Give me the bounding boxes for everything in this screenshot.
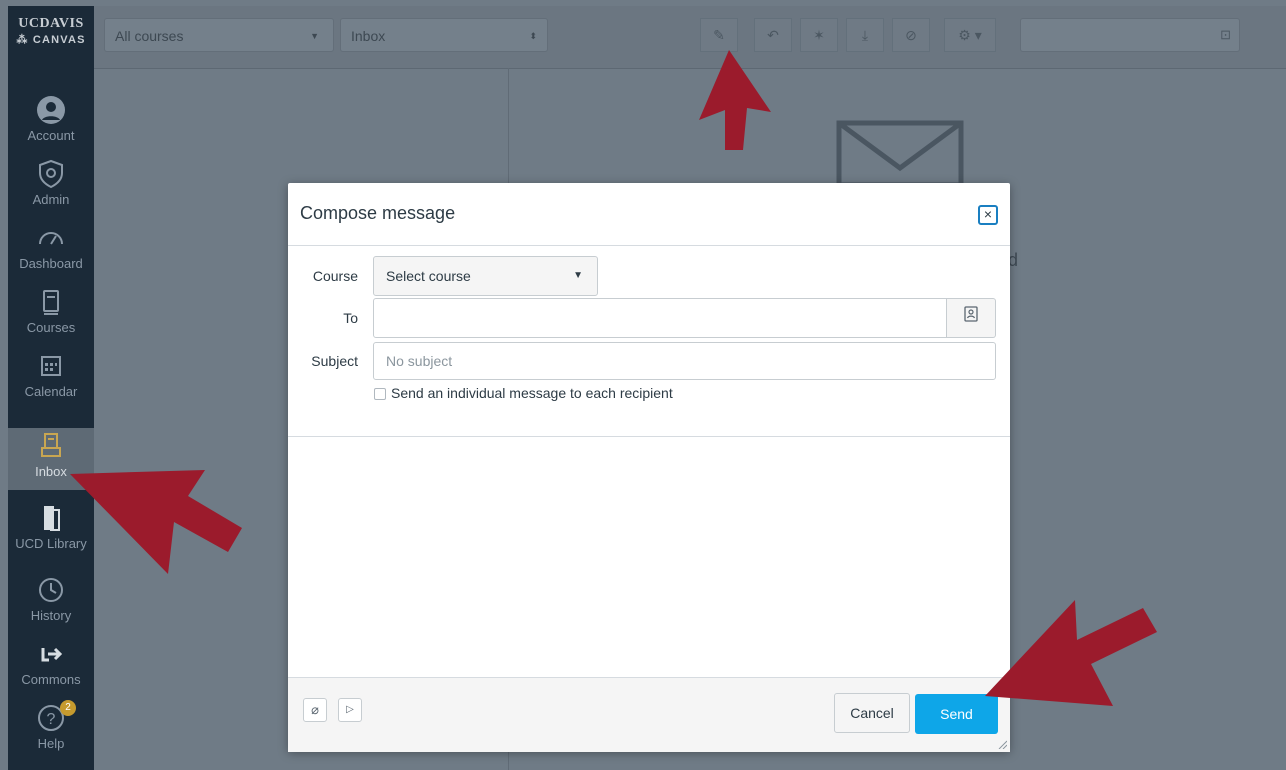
- record-media-button[interactable]: ▷: [338, 698, 362, 722]
- inbox-icon: [41, 433, 61, 457]
- inbox-toolbar: All courses ▼ Inbox ⬍ ✎ ↶ ✶ ⤓ ⊘ ⚙ ▾ ⊡: [94, 6, 1286, 69]
- nav-admin-label: Admin: [32, 192, 70, 207]
- trash-icon: ⊘: [905, 27, 917, 43]
- individual-message-checkbox[interactable]: [374, 388, 386, 400]
- to-recipient-input[interactable]: [373, 298, 947, 338]
- reply-icon: ↶: [767, 27, 779, 43]
- help-badge: 2: [60, 700, 76, 716]
- svg-text:?: ?: [47, 711, 56, 728]
- delete-button[interactable]: ⊘: [892, 18, 930, 52]
- compose-button[interactable]: ✎: [700, 18, 738, 52]
- caret-down-icon: ▼: [573, 270, 583, 281]
- nav-admin[interactable]: Admin: [8, 156, 94, 218]
- nav-history-label: History: [30, 608, 72, 623]
- course-label: Course: [312, 268, 358, 284]
- admin-icon: [39, 159, 63, 189]
- global-navigation: UCDAVIS ⁂ CANVAS Account Admin Dashboard…: [8, 6, 94, 770]
- nav-dashboard[interactable]: Dashboard: [8, 220, 94, 282]
- annotation-arrow-left-icon: [70, 470, 242, 574]
- course-select[interactable]: Select course ▼: [373, 256, 598, 296]
- individual-message-label[interactable]: Send an individual message to each recip…: [391, 385, 673, 401]
- updown-icon: ⬍: [529, 31, 537, 41]
- attach-file-button[interactable]: ⌀: [303, 698, 327, 722]
- archive-button[interactable]: ⤓: [846, 18, 884, 52]
- mailbox-select[interactable]: Inbox ⬍: [340, 18, 548, 52]
- envelope-icon: [836, 120, 964, 188]
- courses-icon: [43, 290, 59, 315]
- star-icon: ✶: [813, 27, 825, 43]
- nav-commons[interactable]: Commons: [8, 636, 94, 698]
- compose-message-dialog: Compose message × Course Select course ▼…: [288, 183, 1010, 752]
- nav-dashboard-label: Dashboard: [19, 256, 83, 271]
- subject-label: Subject: [311, 353, 358, 369]
- course-filter-value: All courses: [115, 28, 184, 44]
- chevron-down-icon: ▼: [310, 31, 319, 41]
- compose-icon: ✎: [713, 27, 725, 43]
- cancel-button[interactable]: Cancel: [834, 693, 910, 733]
- account-icon: [37, 96, 65, 124]
- dialog-footer: ⌀ ▷ Cancel Send: [288, 677, 1010, 752]
- search-recipient-input[interactable]: ⊡: [1020, 18, 1240, 52]
- annotation-arrow-down-left-icon: [985, 600, 1157, 706]
- reply-all-button[interactable]: ✶: [800, 18, 838, 52]
- nav-calendar-label: Calendar: [24, 384, 78, 399]
- annotation-arrow-up-icon: [699, 50, 771, 150]
- gear-icon: ⚙ ▾: [958, 27, 982, 43]
- nav-account[interactable]: Account: [8, 92, 94, 154]
- logo-line-1: UCDAVIS: [18, 16, 84, 31]
- nav-courses-label: Courses: [26, 320, 76, 335]
- library-icon: [44, 506, 60, 531]
- nav-history[interactable]: History: [8, 572, 94, 634]
- media-icon: ▷: [346, 704, 354, 715]
- nav-account-label: Account: [27, 128, 75, 143]
- address-book-button[interactable]: [947, 298, 996, 338]
- close-icon: ×: [983, 206, 993, 222]
- nav-courses[interactable]: Courses: [8, 284, 94, 346]
- resize-handle-icon[interactable]: [997, 739, 1007, 749]
- history-icon: [39, 578, 63, 602]
- dialog-header: Compose message ×: [288, 183, 1010, 246]
- settings-menu-button[interactable]: ⚙ ▾: [944, 18, 996, 52]
- course-filter-select[interactable]: All courses ▼: [104, 18, 334, 52]
- dashboard-icon: [39, 232, 63, 245]
- dialog-title: Compose message: [300, 203, 456, 223]
- close-button[interactable]: ×: [978, 205, 998, 225]
- mailbox-value: Inbox: [351, 28, 386, 44]
- nav-help-label: Help: [37, 736, 65, 751]
- nav-calendar[interactable]: Calendar: [8, 348, 94, 410]
- logo-line-2-text: CANVAS: [32, 34, 86, 46]
- reply-button[interactable]: ↶: [754, 18, 792, 52]
- paperclip-icon: ⌀: [311, 702, 319, 717]
- course-select-value: Select course: [386, 268, 471, 284]
- nav-help[interactable]: ? 2 Help: [8, 700, 94, 762]
- nav-commons-label: Commons: [21, 672, 81, 687]
- calendar-icon: [41, 356, 61, 376]
- subject-input[interactable]: [373, 342, 996, 380]
- to-label: To: [343, 310, 358, 326]
- ucdavis-canvas-logo[interactable]: UCDAVIS ⁂ CANVAS: [8, 16, 94, 46]
- commons-icon: [41, 647, 63, 662]
- message-body-textarea[interactable]: [288, 437, 1010, 677]
- logo-line-2: ⁂ CANVAS: [16, 34, 86, 46]
- download-icon: ⤓: [861, 27, 869, 43]
- address-book-icon: [964, 306, 978, 322]
- address-book-icon: ⊡: [1220, 27, 1231, 42]
